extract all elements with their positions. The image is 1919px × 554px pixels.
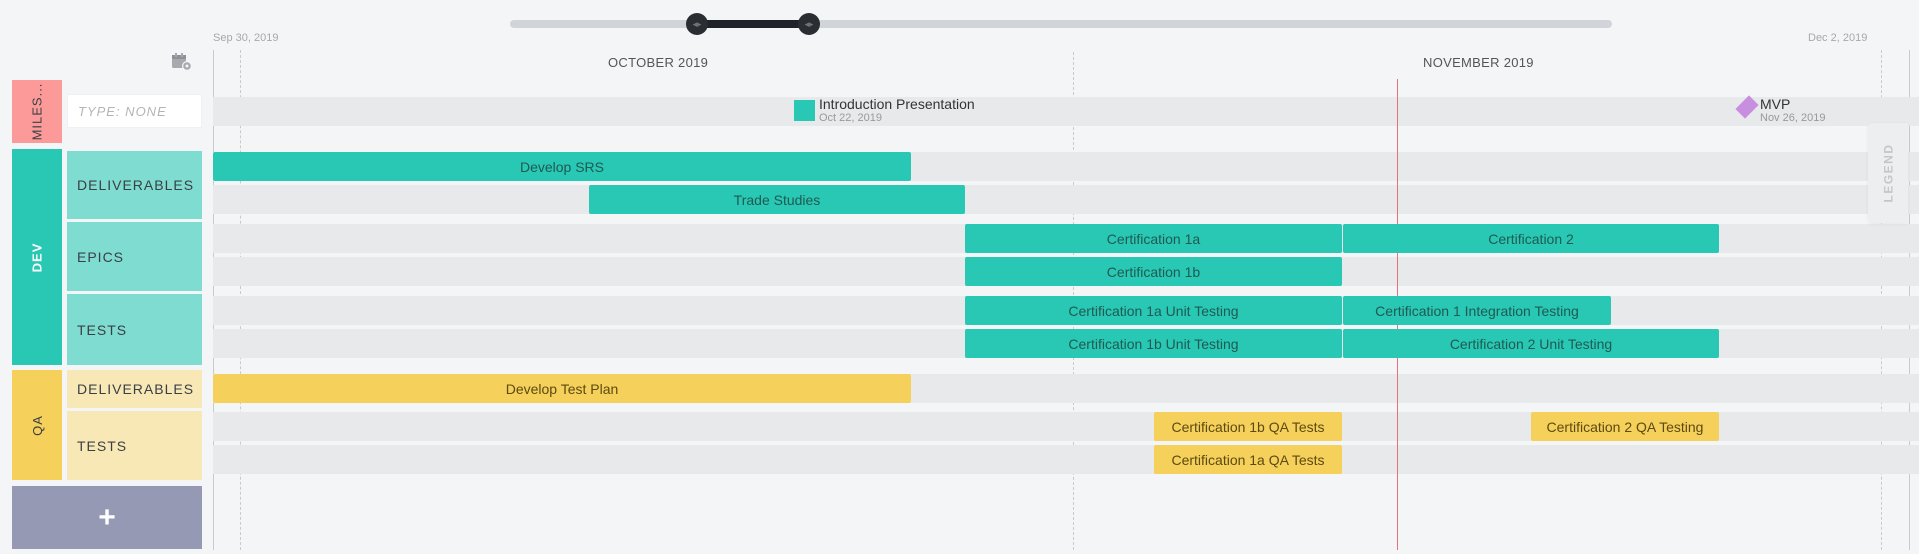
range-start-handle[interactable]: ◂▸: [686, 13, 708, 35]
bar-certification-1b-unit-testing[interactable]: Certification 1b Unit Testing: [965, 329, 1342, 358]
bar-trade-studies[interactable]: Trade Studies: [589, 185, 965, 214]
drag-handle-icon: ◂▸: [692, 18, 702, 29]
month-label-november: NOVEMBER 2019: [1423, 55, 1534, 70]
month-label-october: OCTOBER 2019: [608, 55, 709, 70]
milestones-group-tab[interactable]: MILES...: [12, 80, 62, 143]
milestone-mvp[interactable]: MVP Nov 26, 2019: [1760, 96, 1825, 124]
bar-certification-1a[interactable]: Certification 1a: [965, 224, 1342, 253]
milestone-row-band: [213, 97, 1919, 126]
timeline-end-date: Dec 2, 2019: [1808, 32, 1868, 44]
dev-group-tab[interactable]: DEV: [12, 149, 62, 365]
qa-tests-label[interactable]: TESTS: [67, 411, 202, 480]
row-band: [213, 185, 1919, 214]
dev-epics-label[interactable]: EPICS: [67, 222, 202, 291]
add-swimlane-button[interactable]: +: [12, 486, 202, 549]
milestone-type-filter[interactable]: TYPE: NONE: [67, 94, 202, 128]
bar-certification-2-unit-testing[interactable]: Certification 2 Unit Testing: [1343, 329, 1719, 358]
bar-certification-1a-qa-tests[interactable]: Certification 1a QA Tests: [1154, 445, 1342, 474]
bar-certification-1b-qa-tests[interactable]: Certification 1b QA Tests: [1154, 412, 1342, 441]
timeline-start-date: Sep 30, 2019: [213, 32, 279, 44]
qa-deliverables-label[interactable]: DELIVERABLES: [67, 370, 202, 408]
bar-develop-test-plan[interactable]: Develop Test Plan: [213, 374, 911, 403]
drag-handle-icon: ◂▸: [804, 18, 814, 29]
dev-deliverables-label[interactable]: DELIVERABLES: [67, 151, 202, 219]
qa-group-tab[interactable]: QA: [12, 370, 62, 480]
bar-certification-2-qa-testing[interactable]: Certification 2 QA Testing: [1531, 412, 1719, 441]
timeline-range-slider-track[interactable]: [510, 20, 1612, 28]
bar-certification-1b[interactable]: Certification 1b: [965, 257, 1342, 286]
range-end-handle[interactable]: ◂▸: [798, 13, 820, 35]
bar-certification-1a-unit-testing[interactable]: Certification 1a Unit Testing: [965, 296, 1342, 325]
row-band: [213, 445, 1919, 474]
legend-tab[interactable]: LEGEND: [1868, 123, 1908, 223]
milestone-introduction-presentation[interactable]: Introduction Presentation Oct 22, 2019: [819, 96, 975, 124]
milestone-square-icon[interactable]: [794, 100, 815, 121]
bar-develop-srs[interactable]: Develop SRS: [213, 152, 911, 181]
dev-tests-label[interactable]: TESTS: [67, 294, 202, 365]
calendar-gear-icon[interactable]: [171, 52, 193, 72]
bar-certification-1-integration-testing[interactable]: Certification 1 Integration Testing: [1343, 296, 1611, 325]
timeline-range-selected[interactable]: [697, 20, 809, 28]
bar-certification-2[interactable]: Certification 2: [1343, 224, 1719, 253]
